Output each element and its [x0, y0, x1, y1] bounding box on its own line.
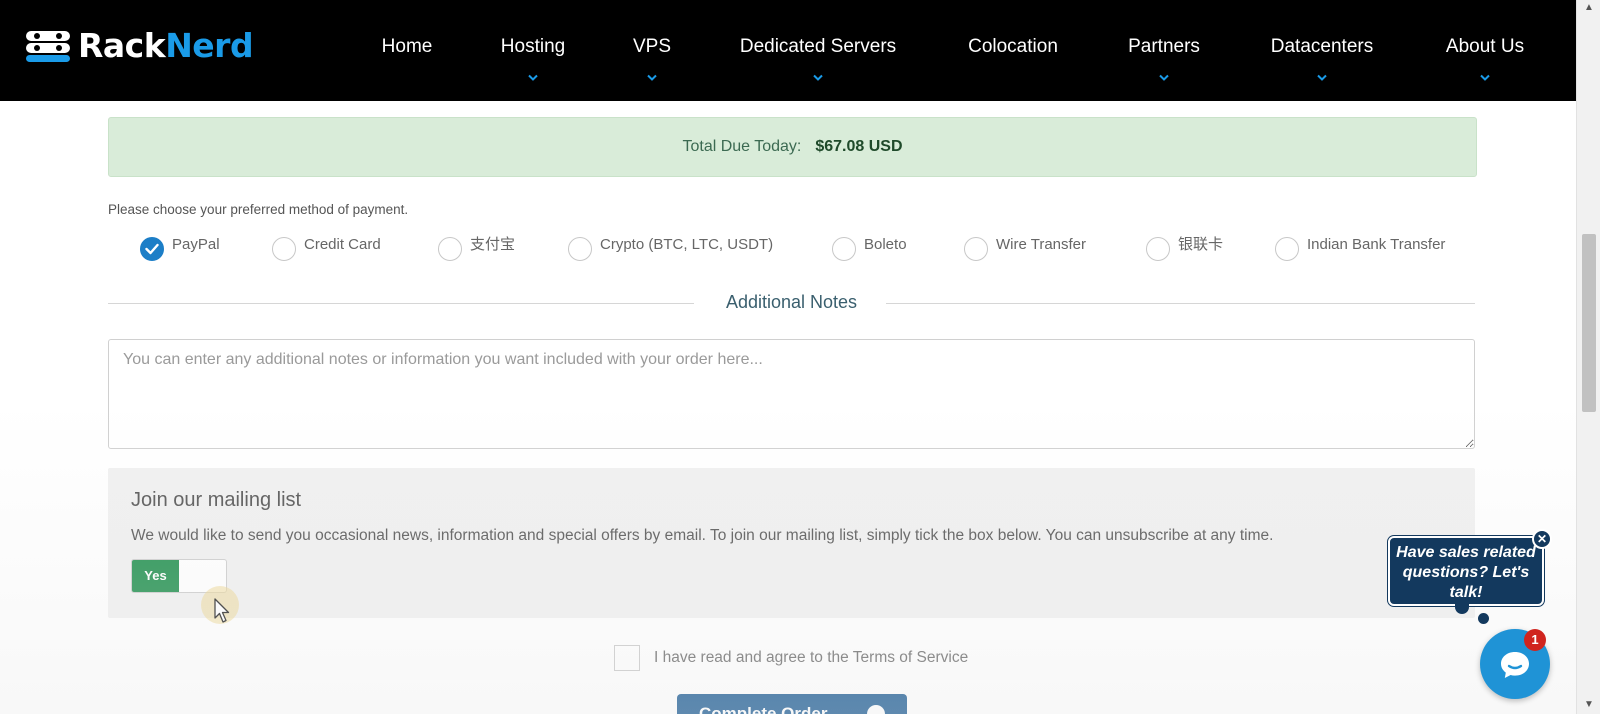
payment-option-boleto[interactable]: Boleto	[832, 235, 907, 263]
nav-item-vps[interactable]: VPS	[633, 36, 671, 58]
additional-notes-textarea[interactable]	[108, 339, 1475, 449]
close-icon[interactable]: ✕	[1532, 529, 1552, 549]
radio-button[interactable]	[832, 237, 856, 261]
chat-prompt-bubble[interactable]: Have sales related questions? Let's talk…	[1388, 536, 1544, 606]
logo-text-nerd: Nerd	[165, 26, 254, 65]
complete-order-button[interactable]: Complete Order	[677, 694, 907, 714]
nav-item-about-us[interactable]: About Us	[1446, 36, 1524, 58]
payment-option-wire-transfer[interactable]: Wire Transfer	[964, 235, 1086, 263]
racknerd-logo[interactable]: RackNerd	[26, 26, 254, 65]
nav-item-colocation[interactable]: Colocation	[968, 36, 1058, 58]
payment-option-alipay[interactable]: 支付宝	[438, 235, 515, 263]
vertical-scrollbar[interactable]: ▲ ▼	[1576, 0, 1600, 714]
arrow-right-circle-icon	[867, 705, 885, 714]
mouse-pointer-icon	[214, 598, 230, 623]
mailing-list-title: Join our mailing list	[131, 489, 302, 511]
payment-option-label: Boleto	[864, 236, 907, 253]
tos-label: I have read and agree to the Terms of Se…	[654, 649, 969, 666]
radio-button[interactable]	[964, 237, 988, 261]
complete-order-label: Complete Order	[699, 704, 828, 714]
payment-option-label: Credit Card	[304, 236, 381, 253]
divider	[886, 303, 1475, 304]
unread-count-badge: 1	[1524, 629, 1546, 651]
chevron-down-icon[interactable]	[1479, 74, 1491, 84]
payment-option-indian-bank-transfer[interactable]: Indian Bank Transfer	[1275, 235, 1445, 263]
chat-icon	[1501, 652, 1529, 678]
chevron-down-icon[interactable]	[1158, 74, 1170, 84]
scroll-down-arrow-icon[interactable]: ▼	[1583, 700, 1595, 710]
chevron-down-icon[interactable]	[646, 74, 658, 84]
nav-item-dedicated-servers[interactable]: Dedicated Servers	[740, 36, 896, 58]
toggle-yes-label: Yes	[132, 560, 179, 592]
nav-item-home[interactable]: Home	[382, 36, 433, 58]
site-header: RackNerd Home Hosting VPS Dedicated Serv…	[0, 0, 1576, 101]
payment-option-label: 支付宝	[470, 236, 516, 253]
total-due-amount: $67.08 USD	[815, 138, 903, 155]
payment-option-label: 银联卡	[1178, 236, 1224, 253]
radio-button[interactable]	[568, 237, 592, 261]
payment-option-paypal[interactable]: PayPal	[140, 235, 220, 263]
nav-item-partners[interactable]: Partners	[1128, 36, 1200, 58]
scroll-up-arrow-icon[interactable]: ▲	[1583, 3, 1595, 13]
payment-option-crypto[interactable]: Crypto (BTC, LTC, USDT)	[568, 235, 773, 263]
logo-text-rack: Rack	[78, 26, 166, 65]
chevron-down-icon[interactable]	[1316, 74, 1328, 84]
radio-button[interactable]	[1146, 237, 1170, 261]
chevron-down-icon[interactable]	[527, 74, 539, 84]
server-stack-icon	[26, 29, 70, 63]
payment-option-label: Indian Bank Transfer	[1307, 236, 1446, 253]
payment-instruction: Please choose your preferred method of p…	[108, 202, 409, 217]
radio-button[interactable]	[1275, 237, 1299, 261]
radio-button[interactable]	[272, 237, 296, 261]
payment-option-label: Crypto (BTC, LTC, USDT)	[600, 236, 774, 253]
nav-item-datacenters[interactable]: Datacenters	[1271, 36, 1373, 58]
total-due-banner: Total Due Today: $67.08 USD	[108, 117, 1477, 177]
radio-button[interactable]	[438, 237, 462, 261]
scrollbar-thumb[interactable]	[1582, 234, 1596, 412]
nav-item-hosting[interactable]: Hosting	[501, 36, 565, 58]
payment-option-credit-card[interactable]: Credit Card	[272, 235, 381, 263]
order-page: RackNerd Home Hosting VPS Dedicated Serv…	[0, 0, 1600, 714]
chat-bubble-tail	[1478, 613, 1489, 624]
payment-option-label: Wire Transfer	[996, 236, 1087, 253]
mailing-list-description: We would like to send you occasional new…	[131, 527, 1274, 544]
tos-checkbox[interactable]	[614, 645, 640, 671]
chevron-down-icon[interactable]	[812, 74, 824, 84]
payment-option-unionpay[interactable]: 银联卡	[1146, 235, 1223, 263]
total-due-label: Total Due Today:	[682, 138, 802, 155]
tos-row[interactable]: I have read and agree to the Terms of Se…	[614, 645, 968, 671]
payment-option-label: PayPal	[172, 236, 220, 253]
radio-checked-icon[interactable]	[140, 237, 164, 261]
